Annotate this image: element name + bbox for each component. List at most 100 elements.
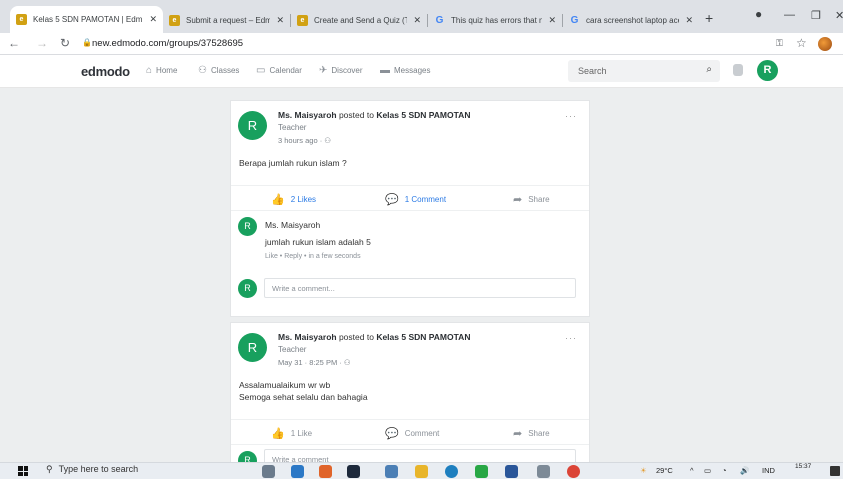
comment-author-avatar[interactable]: R xyxy=(238,217,257,236)
edmodo-icon: e xyxy=(297,15,308,26)
tab-submit-request[interactable]: e Submit a request – Edmodo ✕ xyxy=(163,8,290,33)
forward-arrow-icon[interactable]: → xyxy=(36,36,48,50)
notifications-icon[interactable] xyxy=(733,64,743,76)
post-group-link[interactable]: Kelas 5 SDN PAMOTAN xyxy=(376,332,470,342)
close-tab-icon[interactable]: ✕ xyxy=(413,15,421,26)
close-tab-icon[interactable]: ✕ xyxy=(276,15,284,26)
search-input[interactable]: Search ⌕ xyxy=(568,60,720,82)
user-avatar[interactable]: R xyxy=(757,60,778,81)
search-icon: ⚲ xyxy=(46,464,53,474)
thumbs-up-icon: 👍 xyxy=(271,428,285,440)
app-icon[interactable] xyxy=(537,465,550,478)
share-icon: ➦ xyxy=(513,428,523,440)
temperature[interactable]: 29°C xyxy=(656,466,673,475)
close-window-button[interactable]: ✕ xyxy=(835,9,843,22)
notification-center-icon[interactable] xyxy=(830,466,840,476)
messages-icon: ▬ xyxy=(380,65,390,76)
taskbar-search-input[interactable]: ⚲ Type here to search xyxy=(46,464,138,475)
store-icon[interactable] xyxy=(385,465,398,478)
post-group-link[interactable]: Kelas 5 SDN PAMOTAN xyxy=(376,110,470,120)
write-comment-input[interactable]: Write a comment... xyxy=(264,278,576,298)
post-actions: 👍 2 Likes 💬 1 Comment ➦ Share xyxy=(231,185,589,211)
nav-calendar[interactable]: ▭ Calendar xyxy=(256,65,302,76)
tab-quiz-errors[interactable]: G This quiz has errors that nee ✕ xyxy=(428,8,562,33)
new-tab-button[interactable]: + xyxy=(705,10,713,26)
word-icon[interactable] xyxy=(505,465,518,478)
edmodo-header: edmodo ⌂ Home ⚇ Classes ▭ Calendar ✈ Dis… xyxy=(0,55,843,88)
nav-home[interactable]: ⌂ Home xyxy=(146,65,177,76)
comment-text: jumlah rukun islam adalah 5 xyxy=(265,237,371,247)
post-card: R Ms. Maisyaroh posted to Kelas 5 SDN PA… xyxy=(230,100,590,317)
comment-button[interactable]: 💬 1 Comment xyxy=(385,193,446,206)
browser-tab-strip: e Kelas 5 SDN PAMOTAN | Edm ✕ e Submit a… xyxy=(0,0,843,33)
post-menu-icon[interactable]: ··· xyxy=(565,333,577,343)
edmodo-icon: e xyxy=(16,14,27,25)
search-icon[interactable]: ⌕ xyxy=(706,64,712,75)
post-author-role: Teacher xyxy=(278,345,307,354)
battery-icon[interactable]: ▭ xyxy=(704,466,711,475)
like-button[interactable]: 👍 2 Likes xyxy=(271,193,316,206)
clock[interactable]: 15:37 xyxy=(795,463,811,471)
share-icon: ➦ xyxy=(513,194,523,206)
file-explorer-icon[interactable] xyxy=(415,465,428,478)
browser-profile-avatar[interactable] xyxy=(818,37,832,51)
google-icon: G xyxy=(570,15,579,26)
tab-kelas-5[interactable]: e Kelas 5 SDN PAMOTAN | Edm ✕ xyxy=(10,6,163,33)
home-icon: ⌂ xyxy=(146,65,153,76)
browser-icon[interactable] xyxy=(445,465,458,478)
post-author-avatar[interactable]: R xyxy=(238,333,267,362)
chrome-icon[interactable] xyxy=(567,465,580,478)
comment-button[interactable]: 💬 Comment xyxy=(385,427,439,440)
minimize-button[interactable]: — xyxy=(784,9,795,21)
share-button[interactable]: ➦ Share xyxy=(513,427,550,440)
key-icon[interactable]: ⚿ xyxy=(776,38,783,49)
post-menu-icon[interactable]: ··· xyxy=(565,111,577,121)
bookmark-star-icon[interactable]: ☆ xyxy=(796,36,807,50)
post-author-avatar[interactable]: R xyxy=(238,111,267,140)
comment-meta: Like • Reply • in a few seconds xyxy=(265,253,361,260)
edge-icon[interactable] xyxy=(291,465,304,478)
edmodo-logo[interactable]: edmodo xyxy=(81,64,130,79)
language-indicator[interactable]: IND xyxy=(762,466,775,475)
close-tab-icon[interactable]: ✕ xyxy=(149,14,157,25)
post-author[interactable]: Ms. Maisyaroh xyxy=(278,332,337,342)
firefox-icon[interactable] xyxy=(319,465,332,478)
calendar-icon: ▭ xyxy=(256,65,266,76)
nav-discover[interactable]: ✈ Discover xyxy=(319,65,363,76)
like-button[interactable]: 👍 1 Like xyxy=(271,427,312,440)
nav-classes[interactable]: ⚇ Classes xyxy=(198,65,239,76)
post-time: 3 hours ago · ⚇ xyxy=(278,136,332,145)
tray-chevron-icon[interactable]: ^ xyxy=(690,466,694,475)
close-tab-icon[interactable]: ✕ xyxy=(685,15,693,26)
nav-messages[interactable]: ▬ Messages xyxy=(380,65,430,76)
dropbox-icon[interactable] xyxy=(347,465,360,478)
volume-icon[interactable]: 🔊 xyxy=(740,466,749,475)
comment-like-link[interactable]: Like xyxy=(265,253,278,260)
classes-icon: ⚇ xyxy=(198,65,207,76)
tab-create-quiz[interactable]: e Create and Send a Quiz (Tea ✕ xyxy=(291,8,427,33)
network-icon[interactable]: ◔ xyxy=(722,466,727,475)
comment-author[interactable]: Ms. Maisyaroh xyxy=(265,220,320,230)
current-user-avatar: R xyxy=(238,279,257,298)
lock-icon[interactable]: 🔒 xyxy=(82,38,92,47)
google-drive-icon[interactable] xyxy=(475,465,488,478)
task-view-icon[interactable] xyxy=(262,465,275,478)
weather-icon[interactable]: ☀ xyxy=(640,466,647,475)
back-arrow-icon[interactable]: ← xyxy=(8,36,20,50)
comment-icon: 💬 xyxy=(385,194,399,206)
account-icon[interactable]: ● xyxy=(755,7,762,21)
tab-screenshot-search[interactable]: G cara screenshot laptop acer ✕ xyxy=(563,8,699,33)
current-user-avatar: R xyxy=(238,451,257,462)
comment-reply-link[interactable]: Reply xyxy=(284,253,302,260)
url-field[interactable]: new.edmodo.com/groups/37528695 xyxy=(92,38,243,49)
reload-icon[interactable]: ↻ xyxy=(60,36,70,50)
post-author[interactable]: Ms. Maisyaroh xyxy=(278,110,337,120)
audience-icon: ⚇ xyxy=(324,136,332,145)
discover-icon: ✈ xyxy=(319,65,328,76)
post-time: May 31 · 8:25 PM · ⚇ xyxy=(278,358,351,367)
write-comment-input[interactable]: Write a comment xyxy=(264,449,576,462)
close-tab-icon[interactable]: ✕ xyxy=(548,15,556,26)
windows-start-icon[interactable] xyxy=(18,466,28,476)
share-button[interactable]: ➦ Share xyxy=(513,193,550,206)
maximize-button[interactable]: ❐ xyxy=(811,9,821,22)
